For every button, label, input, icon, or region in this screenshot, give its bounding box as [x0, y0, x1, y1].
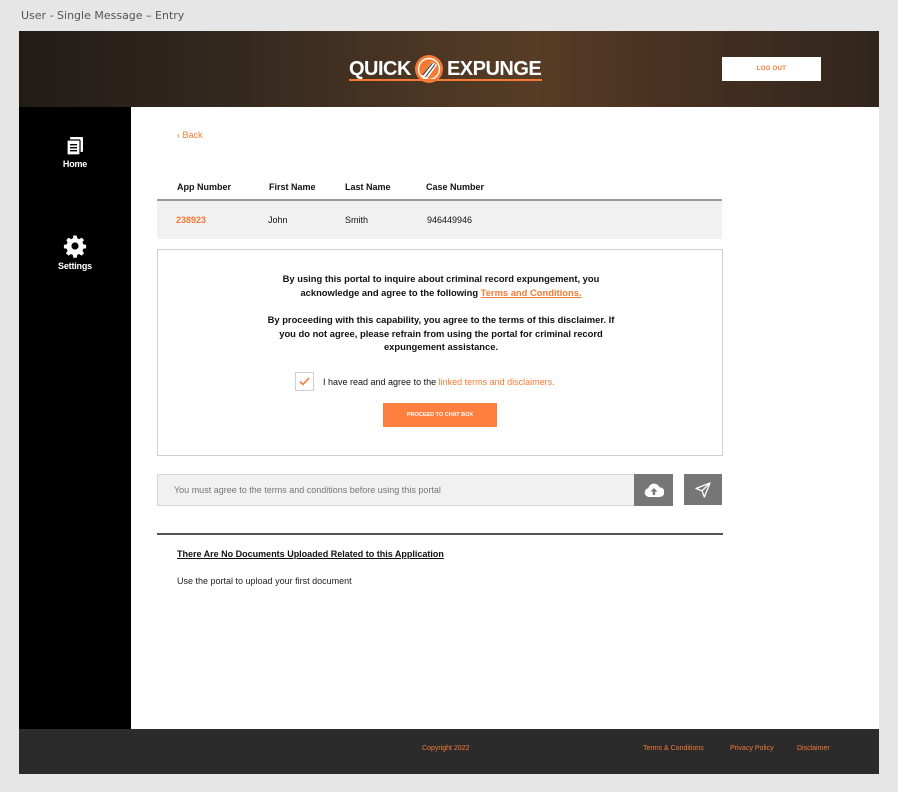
logout-button[interactable]: LOG OUT [722, 57, 821, 81]
logo-text-right: EXPUNGE [446, 58, 542, 80]
documents-subtitle: Use the portal to upload your first docu… [177, 576, 352, 586]
agree-label: I have read and agree to the linked term… [323, 377, 555, 387]
cloud-upload-icon [644, 483, 664, 498]
app-number-link[interactable]: 238923 [176, 215, 206, 225]
gear-icon [63, 235, 87, 258]
footer: Copyright 2022 Terms & Conditions Privac… [19, 729, 879, 774]
upload-button[interactable] [634, 474, 673, 506]
sidebar-item-settings[interactable]: Settings [19, 234, 131, 271]
footer-privacy-link[interactable]: Privacy Policy [730, 745, 774, 752]
logo-text-left: QUICK [349, 58, 411, 80]
footer-terms-link[interactable]: Terms & Conditions [643, 745, 704, 752]
app-frame: QUICK EXPUNGE LOG OUT Home Settings ‹ Ba… [19, 31, 879, 774]
terms-paragraph: By using this portal to inquire about cr… [158, 272, 724, 299]
send-button[interactable] [684, 474, 722, 505]
column-header-first-name: First Name [269, 182, 316, 192]
terms-and-conditions-link[interactable]: Terms and Conditions. [481, 287, 582, 298]
terms-panel: By using this portal to inquire about cr… [157, 249, 723, 456]
case-number-cell: 946449946 [427, 215, 473, 225]
disclaimer-paragraph: By proceeding with this capability, you … [267, 314, 615, 352]
column-header-last-name: Last Name [345, 182, 391, 192]
logo-underline [349, 79, 542, 81]
agree-label-text: I have read and agree to the [323, 376, 439, 387]
page-label: User - Single Message – Entry [21, 9, 185, 22]
agree-row: I have read and agree to the linked term… [295, 372, 555, 391]
first-name-cell: John [268, 215, 288, 225]
table-row: 238923 John Smith 946449946 [157, 201, 722, 239]
proceed-to-chat-button[interactable]: PROCEED TO CHAT BOX [383, 403, 497, 427]
sidebar: Home Settings [19, 107, 131, 729]
send-icon [695, 481, 711, 498]
sidebar-item-label: Settings [58, 261, 92, 271]
application-table: App Number First Name Last Name Case Num… [157, 177, 722, 239]
section-divider [157, 533, 723, 535]
footer-disclaimer-link[interactable]: Disclaimer [797, 745, 830, 752]
message-input[interactable] [157, 474, 635, 506]
checkmark-icon [299, 377, 310, 386]
sidebar-item-home[interactable]: Home [19, 136, 131, 169]
agree-checkbox[interactable] [295, 372, 314, 391]
column-header-case-number: Case Number [426, 182, 485, 192]
back-link[interactable]: ‹ Back [177, 130, 203, 140]
column-header-app-number: App Number [177, 182, 231, 192]
terms-disclaimers-link[interactable]: linked terms and disclaimers. [439, 377, 555, 387]
last-name-cell: Smith [345, 215, 369, 225]
copyright-text: Copyright 2022 [422, 745, 470, 752]
table-header-row: App Number First Name Last Name Case Num… [157, 177, 722, 201]
sidebar-item-label: Home [62, 159, 88, 169]
document-icon [66, 137, 83, 156]
documents-title: There Are No Documents Uploaded Related … [177, 549, 444, 559]
